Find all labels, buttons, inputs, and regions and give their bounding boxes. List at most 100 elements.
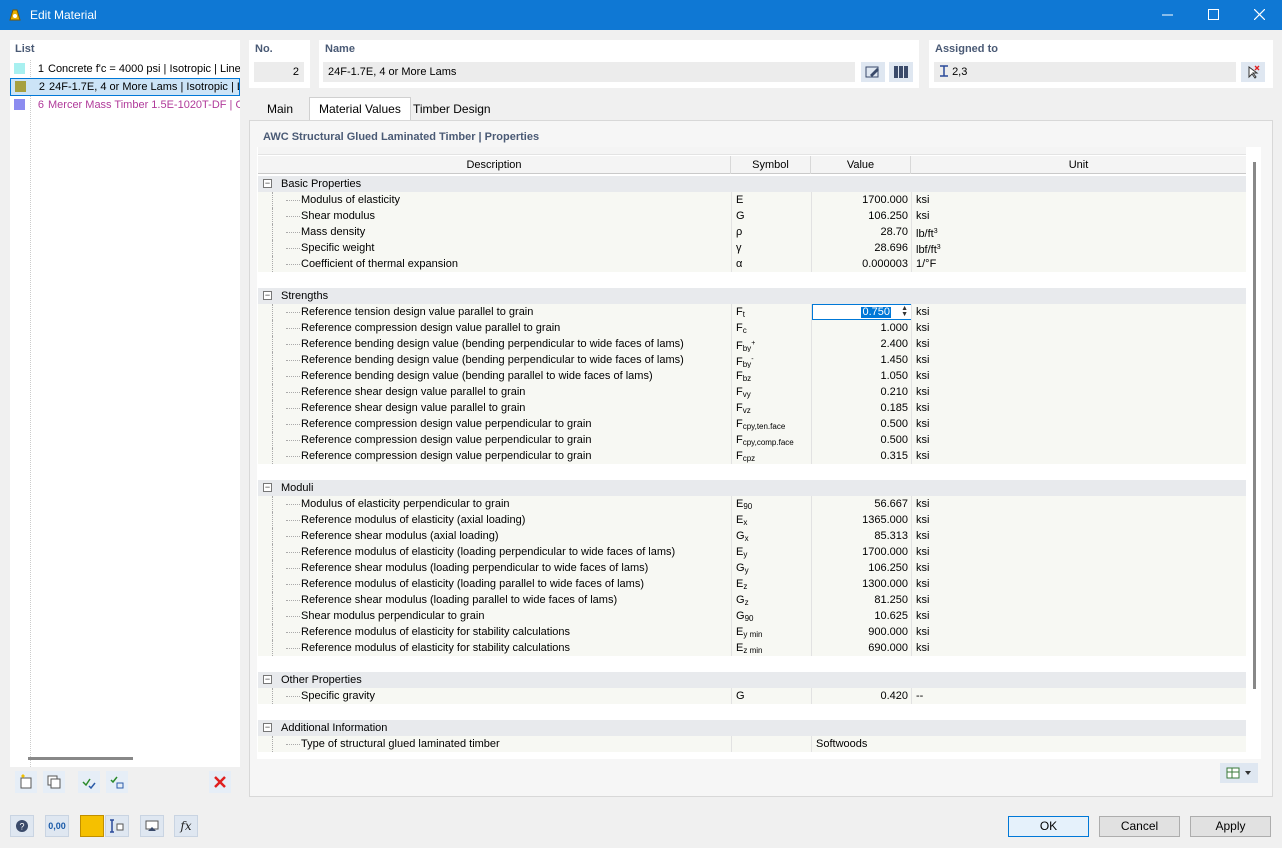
row-value[interactable]: 0.500 — [812, 416, 908, 432]
row-value[interactable]: 1.000 — [812, 320, 908, 336]
color-button[interactable] — [80, 815, 104, 837]
ok-button[interactable]: OK — [1008, 816, 1089, 837]
row-value[interactable]: 106.250 — [812, 208, 908, 224]
row-value[interactable]: 28.70 — [812, 224, 908, 240]
column-header-value[interactable]: Value — [811, 156, 911, 174]
collapse-icon[interactable]: − — [263, 179, 272, 188]
minimize-button[interactable] — [1144, 0, 1190, 30]
collapse-icon[interactable]: − — [263, 483, 272, 492]
tab-main[interactable]: Main — [258, 98, 302, 120]
group-other-properties[interactable]: − Other Properties — [258, 672, 1246, 688]
cell-divider — [911, 512, 912, 528]
list-item-number: 6 — [37, 99, 44, 111]
help-button[interactable]: ? — [10, 815, 34, 837]
symbol-base: F — [736, 402, 743, 414]
symbol-base: F — [736, 340, 743, 352]
cell-divider — [731, 224, 732, 240]
material-library-button[interactable] — [889, 62, 913, 82]
group-moduli[interactable]: − Moduli — [258, 480, 1246, 496]
group-strengths[interactable]: − Strengths — [258, 288, 1246, 304]
cell-divider — [731, 368, 732, 384]
row-value[interactable]: 0.210 — [812, 384, 908, 400]
tab-timber-design[interactable]: Timber Design — [404, 98, 500, 120]
row-value[interactable]: 28.696 — [812, 240, 908, 256]
group-label: Basic Properties — [281, 178, 362, 190]
cell-divider — [731, 512, 732, 528]
list-item[interactable]: 2 24F-1.7E, 4 or More Lams | Isotropic |… — [10, 78, 240, 96]
row-value[interactable]: 1700.000 — [812, 544, 908, 560]
tree-line — [272, 224, 300, 240]
maximize-button[interactable] — [1190, 0, 1236, 30]
collapse-icon[interactable]: − — [263, 723, 272, 732]
row-value[interactable]: 0.420 — [812, 688, 908, 704]
tree-line — [272, 496, 300, 512]
new-material-button[interactable] — [15, 771, 37, 793]
assigned-field[interactable]: 2,3 — [934, 62, 1236, 82]
table-row: Reference shear design value parallel to… — [258, 384, 1246, 400]
row-value[interactable]: 56.667 — [812, 496, 908, 512]
copy-material-button[interactable] — [43, 771, 65, 793]
value-input-selected[interactable]: 0.750 — [861, 307, 891, 318]
export-table-button[interactable] — [1220, 763, 1258, 783]
row-value[interactable]: 1365.000 — [812, 512, 908, 528]
row-description: Reference modulus of elasticity (axial l… — [301, 514, 526, 526]
row-value[interactable]: Softwoods — [816, 736, 912, 752]
close-button[interactable] — [1236, 0, 1282, 30]
row-value[interactable]: 1300.000 — [812, 576, 908, 592]
row-value[interactable]: 0.315 — [812, 448, 908, 464]
list-item[interactable]: 6 Mercer Mass Timber 1.5E-1020T-DF | Ort… — [10, 96, 240, 114]
cancel-button[interactable]: Cancel — [1099, 816, 1180, 837]
section-button[interactable] — [105, 815, 129, 837]
name-field[interactable]: 24F-1.7E, 4 or More Lams — [323, 62, 855, 82]
collapse-icon[interactable]: − — [263, 675, 272, 684]
row-value[interactable]: 0.500 — [812, 432, 908, 448]
group-spacer — [258, 272, 1246, 288]
list-horizontal-scrollbar[interactable] — [28, 757, 133, 760]
column-header-symbol[interactable]: Symbol — [731, 156, 811, 174]
symbol-subscript: y — [743, 550, 748, 559]
row-value[interactable]: 106.250 — [812, 560, 908, 576]
grid-scrollbar-thumb[interactable] — [1253, 162, 1256, 689]
units-button[interactable]: 0,00 — [45, 815, 69, 837]
row-value[interactable]: 2.400 — [812, 336, 908, 352]
group-label: Additional Information — [281, 722, 388, 734]
tree-line — [272, 192, 300, 208]
column-header-description[interactable]: Description — [258, 156, 731, 174]
tree-line — [272, 304, 300, 320]
group-basic-properties[interactable]: − Basic Properties — [258, 176, 1246, 192]
check-selected-button[interactable] — [106, 771, 128, 793]
formula-button[interactable]: fx — [174, 815, 198, 837]
symbol-base: G — [736, 594, 745, 606]
row-value[interactable]: 85.313 — [812, 528, 908, 544]
collapse-icon[interactable]: − — [263, 291, 272, 300]
row-value[interactable]: 0.185 — [812, 400, 908, 416]
row-value[interactable]: 1700.000 — [812, 192, 908, 208]
edit-name-button[interactable] — [861, 62, 885, 82]
row-value[interactable]: 690.000 — [812, 640, 908, 656]
symbol-subscript: z — [744, 598, 749, 607]
spin-arrows-icon[interactable]: ▲ ▼ — [901, 305, 908, 318]
row-value[interactable]: 81.250 — [812, 592, 908, 608]
units-icon: 0,00 — [48, 821, 66, 831]
tree-line — [272, 544, 300, 560]
pick-assignment-button[interactable] — [1241, 62, 1265, 82]
name-box: Name 24F-1.7E, 4 or More Lams — [319, 40, 919, 88]
value-edit-box[interactable]: 0.750 ▲ ▼ — [812, 304, 912, 320]
row-value[interactable]: 10.625 — [812, 608, 908, 624]
delete-material-button[interactable] — [209, 771, 231, 793]
cell-divider — [911, 416, 912, 432]
apply-button[interactable]: Apply — [1190, 816, 1271, 837]
tab-material-values[interactable]: Material Values — [309, 97, 411, 121]
view-button[interactable] — [140, 815, 164, 837]
row-value[interactable]: 0.000003 — [812, 256, 908, 272]
row-value[interactable]: 1.050 — [812, 368, 908, 384]
cell-divider — [731, 384, 732, 400]
table-row: Reference modulus of elasticity for stab… — [258, 640, 1246, 656]
list-item[interactable]: 1 Concrete f'c = 4000 psi | Isotropic | … — [10, 60, 240, 78]
group-additional-information[interactable]: − Additional Information — [258, 720, 1246, 736]
check-all-button[interactable] — [78, 771, 100, 793]
column-header-unit[interactable]: Unit — [911, 156, 1246, 174]
row-value[interactable]: 900.000 — [812, 624, 908, 640]
symbol-subscript: vy — [742, 390, 751, 399]
row-value[interactable]: 1.450 — [812, 352, 908, 368]
